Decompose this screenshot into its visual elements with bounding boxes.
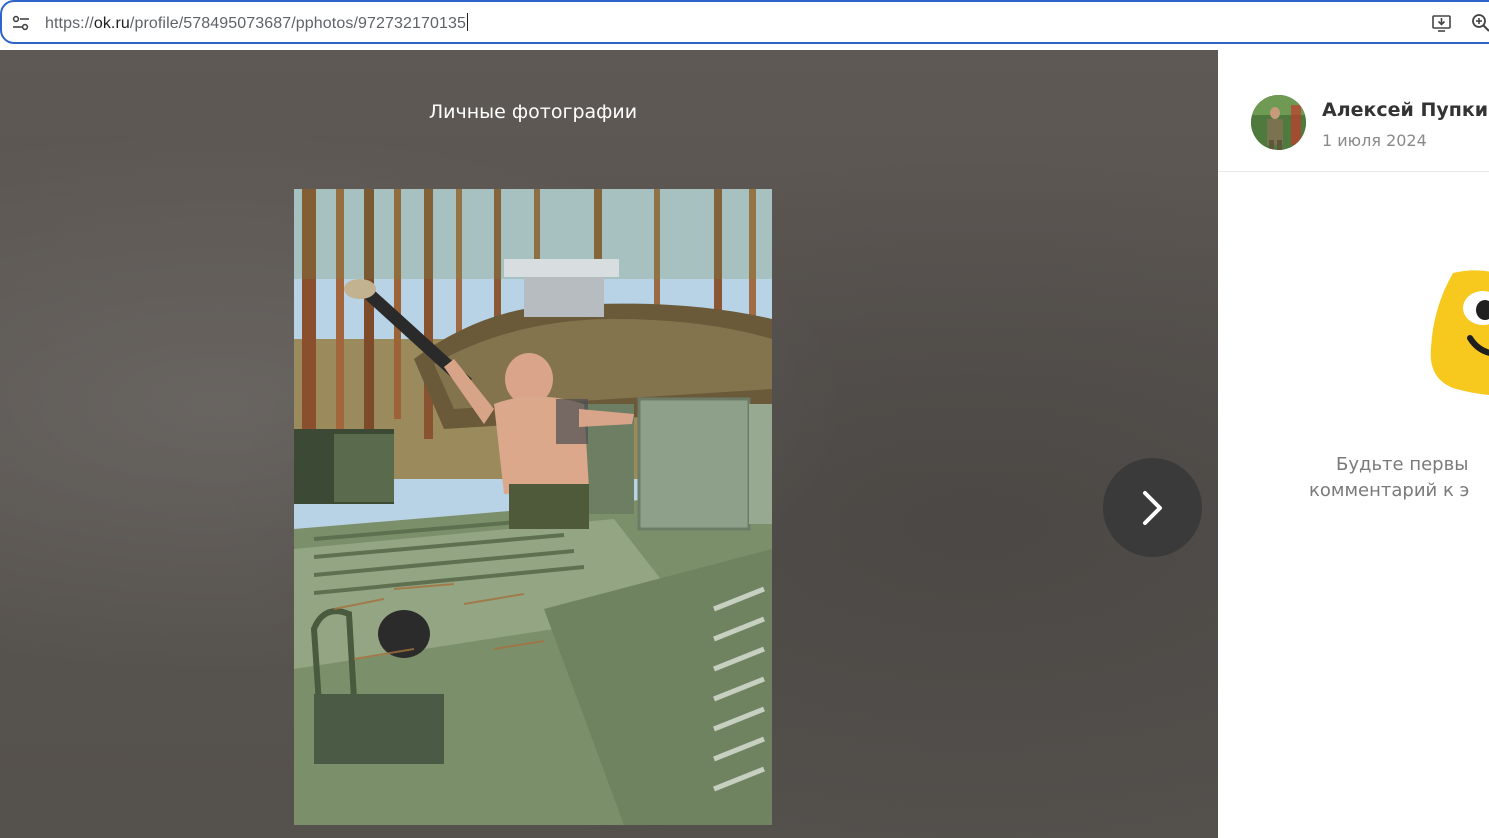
address-bar[interactable]: https://ok.ru/profile/578495073687/pphot… — [0, 0, 1489, 44]
album-title: Личные фотографии — [428, 101, 638, 123]
browser-toolbar: https://ok.ru/profile/578495073687/pphot… — [0, 0, 1489, 50]
url-host: ok.ru — [93, 15, 130, 32]
photo-viewer: Личные фотографии — [0, 50, 1218, 838]
chevron-right-icon — [1143, 491, 1162, 525]
author-header: Алексей Пупкин 1 июля 2024 — [1218, 50, 1489, 172]
site-settings-icon[interactable] — [11, 13, 31, 33]
avatar[interactable] — [1251, 95, 1306, 150]
url-path: /profile/578495073687/pphotos/9727321701… — [129, 15, 466, 32]
text-caret — [466, 13, 468, 31]
comments-panel: Алексей Пупкин 1 июля 2024 Будьте первы … — [1218, 50, 1489, 838]
install-app-icon[interactable] — [1431, 12, 1453, 34]
photo-image[interactable] — [294, 189, 772, 825]
post-date: 1 июля 2024 — [1322, 131, 1427, 150]
author-name[interactable]: Алексей Пупкин — [1322, 99, 1489, 121]
photo-illustration — [294, 189, 772, 825]
url-scheme: https:// — [45, 15, 94, 32]
empty-comments-line-2: комментарий к э — [1309, 480, 1470, 501]
zoom-icon[interactable] — [1470, 12, 1489, 34]
url-field[interactable]: https://ok.ru/profile/578495073687/pphot… — [45, 13, 468, 33]
next-photo-button[interactable] — [1103, 458, 1202, 557]
avatar-image — [1251, 95, 1306, 150]
smiley-illustration-icon — [1430, 270, 1489, 395]
empty-comments-text: Будьте первы комментарий к э — [1309, 452, 1469, 504]
empty-comments-line-1: Будьте первы — [1336, 454, 1469, 475]
